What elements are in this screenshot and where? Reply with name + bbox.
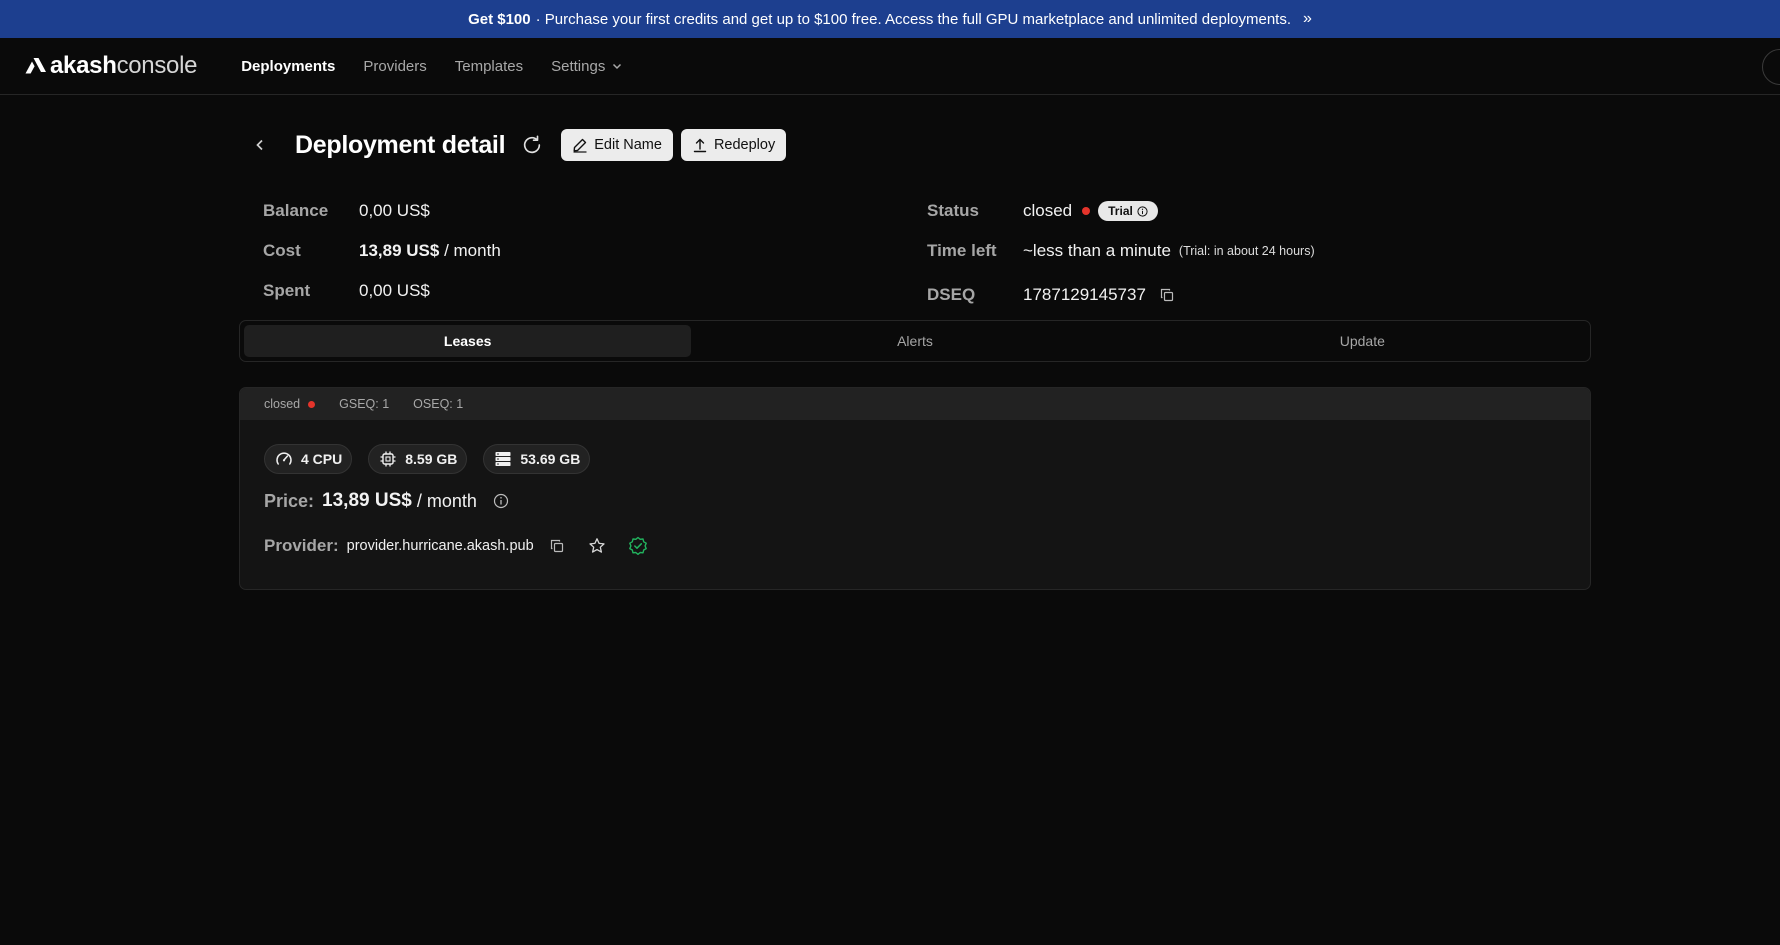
price-info-button[interactable] xyxy=(493,493,509,509)
lease-price: Price: 13,89 US$ / month xyxy=(240,490,1590,512)
tab-leases[interactable]: Leases xyxy=(244,325,692,357)
trial-badge-label: Trial xyxy=(1108,204,1133,218)
chevron-left-icon xyxy=(256,139,263,151)
dseq-label: DSEQ xyxy=(927,285,976,304)
price-unit: / month xyxy=(416,490,477,511)
price-value: 13,89 US$ xyxy=(322,490,412,511)
nav-settings[interactable]: Settings xyxy=(551,58,623,75)
lease-status: closed xyxy=(264,397,316,411)
spent-row: Spent 0,00 US$ xyxy=(263,271,903,311)
back-button[interactable] xyxy=(253,138,287,152)
refresh-button[interactable] xyxy=(521,134,543,156)
status-closed-dot xyxy=(1082,207,1091,215)
pencil-icon xyxy=(573,138,587,153)
copy-provider-button[interactable] xyxy=(550,539,564,553)
account-avatar-button[interactable] xyxy=(1762,49,1780,85)
promo-banner[interactable]: Get $100 · Purchase your first credits a… xyxy=(0,0,1780,38)
top-nav: akash console Deployments Providers Templ… xyxy=(0,38,1780,95)
provider-label: Provider: xyxy=(264,536,339,555)
promo-banner-text: · Purchase your first credits and get up… xyxy=(535,10,1292,28)
logo-text-light: console xyxy=(116,52,198,79)
cost-unit: / month xyxy=(444,241,501,260)
edit-name-label: Edit Name xyxy=(594,137,662,153)
promo-banner-bold: Get $100 xyxy=(468,10,531,28)
status-value: closed xyxy=(1023,201,1073,220)
lease-provider: Provider: provider.hurricane.akash.pub xyxy=(240,536,1590,556)
stats-right: Status closed Trial Time left ~less than… xyxy=(903,191,1567,306)
info-icon xyxy=(1137,205,1148,217)
lease-card: closed GSEQ: 1 OSEQ: 1 4 CPU 8.59 GB 53.… xyxy=(239,387,1591,590)
info-icon xyxy=(493,493,508,509)
edit-name-button[interactable]: Edit Name xyxy=(561,129,673,161)
deployment-tabs: Leases Alerts Update xyxy=(239,320,1591,362)
chevron-down-icon xyxy=(613,63,622,70)
status-row: Status closed Trial xyxy=(927,191,1567,231)
nav-links: Deployments Providers Templates Settings xyxy=(241,58,623,75)
price-label: Price: xyxy=(264,490,315,511)
akash-console-logo[interactable]: akash console xyxy=(25,52,197,80)
logo-text-bold: akash xyxy=(50,52,117,79)
deployment-stats: Balance 0,00 US$ Cost 13,89 US$ / month … xyxy=(239,191,1591,306)
storage-icon xyxy=(495,452,511,466)
balance-label: Balance xyxy=(263,201,329,220)
page-title: Deployment detail xyxy=(295,130,506,159)
lease-header: closed GSEQ: 1 OSEQ: 1 xyxy=(240,388,1590,420)
time-left-label: Time left xyxy=(927,241,997,260)
lease-oseq: OSEQ: 1 xyxy=(413,397,464,411)
refresh-icon xyxy=(524,135,541,154)
nav-deployments[interactable]: Deployments xyxy=(241,58,335,75)
copy-icon xyxy=(1160,288,1174,302)
cost-amount: 13,89 US$ xyxy=(359,241,440,260)
upload-icon xyxy=(693,138,707,153)
memory-chip-icon xyxy=(380,451,396,467)
nav-providers[interactable]: Providers xyxy=(363,58,426,75)
verified-badge-icon xyxy=(628,536,647,555)
balance-value: 0,00 US$ xyxy=(359,201,430,220)
lease-status-text: closed xyxy=(264,397,301,411)
memory-chip: 8.59 GB xyxy=(368,444,468,474)
redeploy-label: Redeploy xyxy=(713,137,776,153)
tab-alerts[interactable]: Alerts xyxy=(691,325,1138,357)
spent-label: Spent xyxy=(263,281,311,300)
trial-badge[interactable]: Trial xyxy=(1098,201,1158,221)
memory-value: 8.59 GB xyxy=(405,451,458,467)
nav-templates[interactable]: Templates xyxy=(455,58,523,75)
lease-status-dot xyxy=(308,400,316,408)
dseq-row: DSEQ 1787129145737 xyxy=(927,275,1567,315)
copy-dseq-button[interactable] xyxy=(1160,288,1174,302)
lease-gseq: GSEQ: 1 xyxy=(339,397,390,411)
trial-time-note: (Trial: in about 24 hours) xyxy=(1178,244,1315,258)
redeploy-button[interactable]: Redeploy xyxy=(680,129,787,161)
balance-row: Balance 0,00 US$ xyxy=(263,191,903,231)
copy-icon xyxy=(550,539,563,553)
lease-resources: 4 CPU 8.59 GB 53.69 GB xyxy=(240,444,1590,474)
audited-provider-badge[interactable] xyxy=(628,536,648,556)
gauge-icon xyxy=(276,452,292,465)
star-icon xyxy=(589,538,605,553)
cpu-value: 4 CPU xyxy=(301,451,343,467)
cost-label: Cost xyxy=(263,241,301,260)
nav-settings-label: Settings xyxy=(551,57,606,75)
double-chevron-right-icon[interactable]: » xyxy=(1303,10,1312,28)
deployment-header: Deployment detail Edit Name Redeploy xyxy=(239,95,1591,191)
cost-row: Cost 13,89 US$ / month xyxy=(263,231,903,271)
main-content: Deployment detail Edit Name Redeploy Bal… xyxy=(239,95,1591,590)
status-label: Status xyxy=(927,201,979,220)
cpu-chip: 4 CPU xyxy=(264,444,353,474)
provider-name-link[interactable]: provider.hurricane.akash.pub xyxy=(347,538,534,554)
tab-update[interactable]: Update xyxy=(1139,325,1586,357)
favorite-provider-button[interactable] xyxy=(588,537,606,555)
time-left-row: Time left ~less than a minute (Trial: in… xyxy=(927,231,1567,271)
spent-value: 0,00 US$ xyxy=(359,281,430,300)
stats-left: Balance 0,00 US$ Cost 13,89 US$ / month … xyxy=(239,191,903,306)
dseq-value: 1787129145737 xyxy=(1023,285,1146,304)
storage-chip: 53.69 GB xyxy=(483,444,591,474)
cost-value: 13,89 US$ / month xyxy=(359,241,501,261)
time-left-value: ~less than a minute xyxy=(1023,241,1171,260)
storage-value: 53.69 GB xyxy=(520,451,581,467)
akash-logo-icon xyxy=(25,58,46,74)
